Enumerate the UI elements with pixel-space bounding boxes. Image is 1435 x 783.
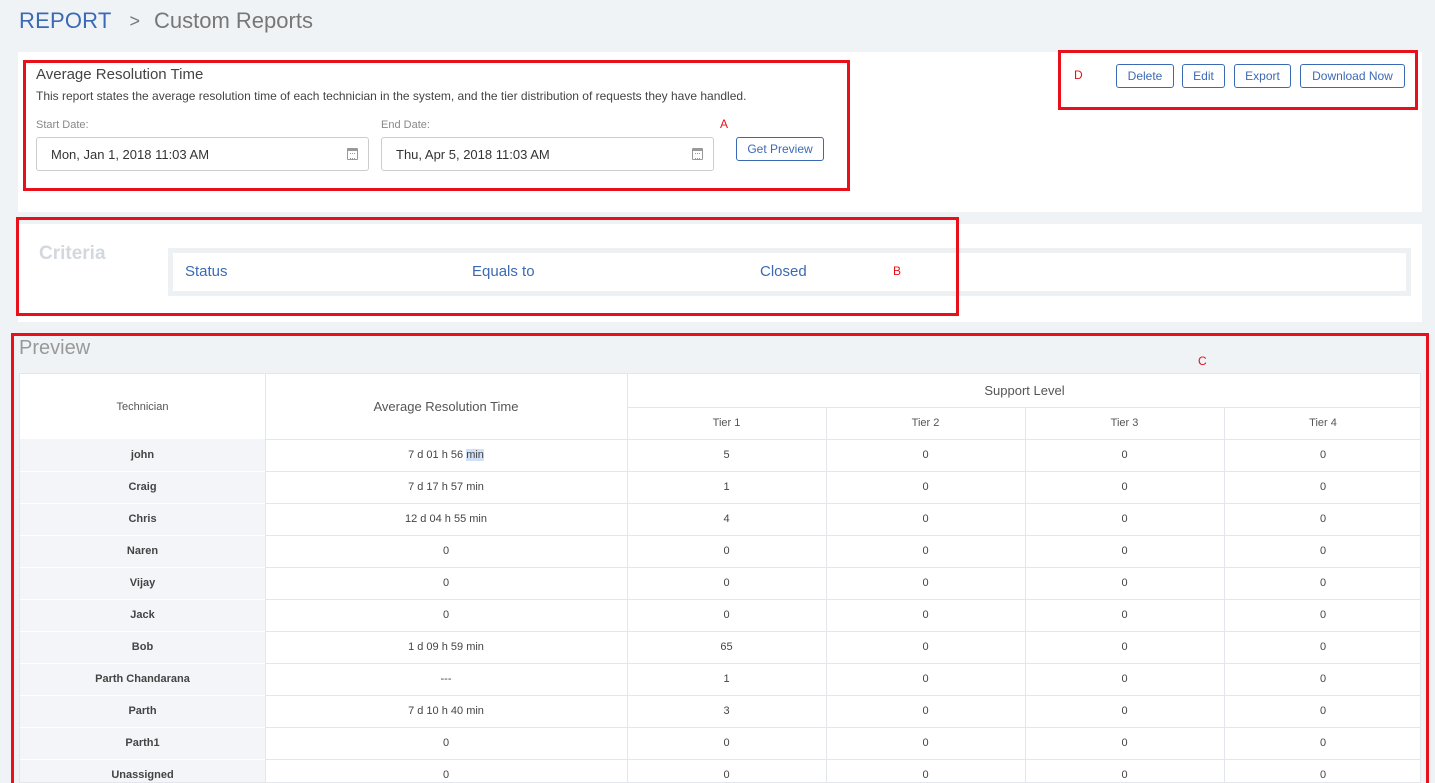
breadcrumb-root-link[interactable]: REPORT <box>19 8 111 34</box>
annotation-label-a: A <box>720 117 729 131</box>
breadcrumb: REPORT > Custom Reports <box>19 8 313 34</box>
annotation-label-c: C <box>1198 354 1207 368</box>
annotation-box-b <box>16 217 959 316</box>
annotation-box-d <box>1058 50 1418 110</box>
chevron-right-icon: > <box>129 10 140 31</box>
annotation-label-b: B <box>893 264 902 278</box>
annotation-box-c <box>11 333 1429 783</box>
breadcrumb-current: Custom Reports <box>154 8 313 33</box>
annotation-label-d: D <box>1074 68 1083 82</box>
